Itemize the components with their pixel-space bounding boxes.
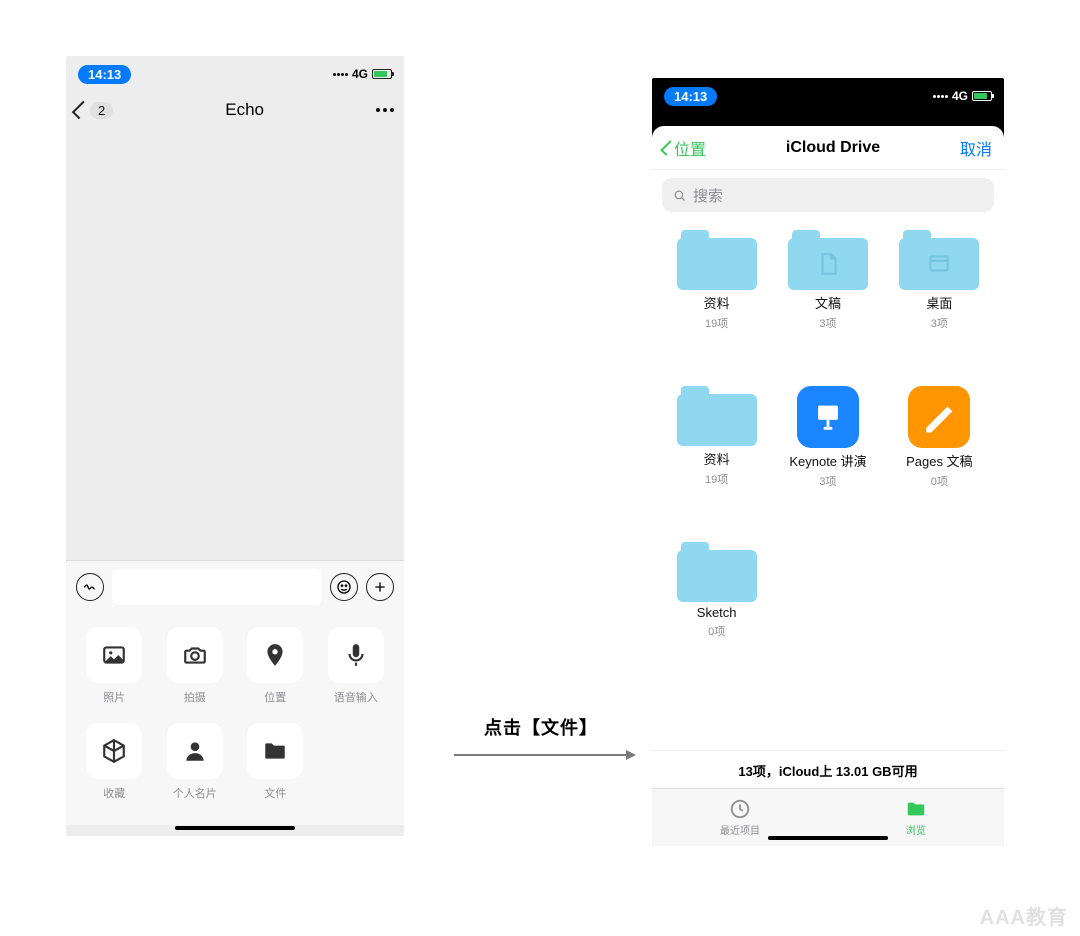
attach-camera[interactable]: 拍摄	[155, 627, 236, 705]
input-bar	[66, 560, 404, 613]
tab-label: 浏览	[906, 822, 926, 837]
file-name: Pages 文稿	[906, 451, 972, 470]
more-button[interactable]	[376, 108, 394, 112]
app-pages-item[interactable]: Pages 文稿 0项	[889, 382, 990, 538]
folder-item[interactable]: Sketch 0项	[666, 538, 767, 694]
file-name: 资料	[704, 293, 730, 312]
pages-icon	[908, 386, 970, 448]
chevron-left-icon	[72, 101, 90, 119]
signal-icon	[933, 95, 948, 98]
attach-contact[interactable]: 个人名片	[155, 723, 236, 801]
sheet-back-button[interactable]: 位置	[664, 136, 706, 160]
search-placeholder: 搜索	[693, 185, 723, 206]
attach-favorite[interactable]: 收藏	[74, 723, 155, 801]
tab-label: 最近项目	[720, 822, 760, 837]
chat-title: Echo	[225, 100, 264, 120]
person-icon	[167, 723, 223, 779]
clock-icon	[729, 798, 751, 820]
file-picker-sheet: 位置 iCloud Drive 取消 搜索 资料 19项 文稿 3项	[652, 126, 1004, 846]
file-meta: 3项	[819, 315, 836, 331]
mic-icon	[328, 627, 384, 683]
emoji-icon[interactable]	[330, 573, 358, 601]
attach-label: 收藏	[103, 785, 125, 801]
file-grid: 资料 19项 文稿 3项 桌面 3项 资料 19项	[652, 222, 1004, 750]
cube-icon	[86, 723, 142, 779]
attach-label: 个人名片	[173, 785, 217, 801]
status-bar: 14:13 4G	[652, 78, 1004, 110]
plus-icon[interactable]	[366, 573, 394, 601]
folder-icon	[677, 386, 757, 446]
attach-location[interactable]: 位置	[235, 627, 316, 705]
file-name: 资料	[704, 449, 730, 468]
back-button[interactable]: 2	[76, 102, 113, 119]
search-row: 搜索	[652, 170, 1004, 222]
folder-icon	[247, 723, 303, 779]
network-label: 4G	[952, 89, 968, 103]
status-time: 14:13	[78, 65, 131, 84]
sheet-cancel-button[interactable]: 取消	[960, 136, 992, 160]
attach-label: 拍摄	[184, 689, 206, 705]
chat-nav-bar: 2 Echo	[66, 88, 404, 132]
status-time: 14:13	[664, 87, 717, 106]
file-name: Sketch	[697, 605, 737, 620]
attach-label: 位置	[264, 689, 286, 705]
attach-voice[interactable]: 语音输入	[316, 627, 397, 705]
attach-label: 语音输入	[334, 689, 378, 705]
folder-icon	[788, 230, 868, 290]
folder-icon	[899, 230, 979, 290]
folder-item[interactable]: 桌面 3项	[889, 226, 990, 382]
file-meta: 3项	[819, 473, 836, 489]
folder-icon	[905, 798, 927, 820]
network-label: 4G	[352, 67, 368, 81]
file-name: 文稿	[815, 293, 841, 312]
folder-icon	[677, 542, 757, 602]
file-meta: 19项	[705, 315, 728, 331]
folder-item[interactable]: 资料 19项	[666, 226, 767, 382]
sheet-nav: 位置 iCloud Drive 取消	[652, 126, 1004, 170]
file-name: Keynote 讲演	[789, 451, 866, 470]
sheet-title: iCloud Drive	[786, 139, 880, 157]
app-keynote-item[interactable]: Keynote 讲演 3项	[777, 382, 878, 538]
unread-badge: 2	[90, 102, 113, 119]
battery-icon	[972, 91, 992, 101]
attach-photo[interactable]: 照片	[74, 627, 155, 705]
location-icon	[247, 627, 303, 683]
file-meta: 0项	[708, 623, 725, 639]
keynote-icon	[797, 386, 859, 448]
status-right: 4G	[333, 67, 392, 81]
sheet-back-label: 位置	[674, 136, 706, 160]
attach-panel: 照片 拍摄 位置 语音输入 收藏	[66, 613, 404, 825]
file-meta: 0项	[931, 473, 948, 489]
search-input[interactable]: 搜索	[662, 178, 994, 212]
file-meta: 19项	[705, 471, 728, 487]
voice-toggle-icon[interactable]	[76, 573, 104, 601]
storage-summary: 13项，iCloud上 13.01 GB可用	[652, 750, 1004, 788]
camera-icon	[167, 627, 223, 683]
attach-label: 文件	[264, 785, 286, 801]
folder-item[interactable]: 文稿 3项	[777, 226, 878, 382]
chat-body	[66, 132, 404, 560]
status-bar: 14:13 4G	[66, 56, 404, 88]
home-indicator	[175, 826, 295, 830]
file-name: 桌面	[926, 293, 952, 312]
left-phone-frame: 14:13 4G 2 Echo 照片	[66, 56, 404, 836]
attach-file[interactable]: 文件	[235, 723, 316, 801]
file-meta: 3项	[931, 315, 948, 331]
photo-icon	[86, 627, 142, 683]
attach-label: 照片	[103, 689, 125, 705]
folder-item[interactable]: 资料 19项	[666, 382, 767, 538]
status-right: 4G	[933, 89, 992, 103]
right-phone-frame: 14:13 4G 位置 iCloud Drive 取消 搜索 资料	[652, 78, 1004, 846]
watermark: AAA教育	[980, 901, 1068, 930]
home-indicator	[768, 836, 888, 840]
battery-icon	[372, 69, 392, 79]
step-caption: 点击【文件】	[484, 714, 598, 740]
search-icon	[672, 188, 687, 203]
folder-icon	[677, 230, 757, 290]
signal-icon	[333, 73, 348, 76]
message-input[interactable]	[112, 569, 322, 605]
arrow-icon	[454, 754, 634, 756]
